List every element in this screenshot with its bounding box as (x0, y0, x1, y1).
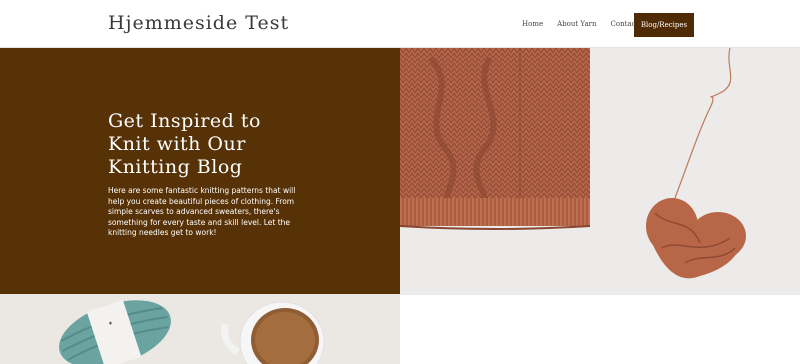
yarn-coffee-image: ♦ (0, 294, 400, 364)
site-header: Hjemmeside Test Home About Yarn Contact … (0, 0, 800, 48)
hero-text-panel: Get Inspired to Knit with Our Knitting B… (0, 48, 400, 294)
hero-knitting-image (400, 48, 800, 294)
knitting-photo (400, 48, 800, 294)
yarn-coffee-photo: ♦ (0, 294, 400, 364)
hero-description: Here are some fantastic knitting pattern… (108, 186, 296, 237)
nav-home-link[interactable]: Home (522, 20, 543, 28)
site-title[interactable]: Hjemmeside Test (108, 12, 289, 34)
main-nav: Home About Yarn Contact (522, 20, 652, 28)
hero-heading: Get Inspired to Knit with Our Knitting B… (108, 110, 261, 178)
bottom-right-panel (400, 294, 800, 364)
nav-about-yarn-link[interactable]: About Yarn (557, 20, 596, 28)
blog-recipes-button[interactable]: Blog/Recipes (634, 13, 694, 37)
